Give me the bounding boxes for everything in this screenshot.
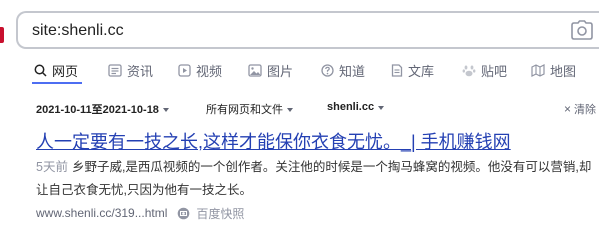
- tab-tieba[interactable]: 贴吧: [462, 58, 507, 82]
- date-range-label: 2021-10-11至2021-10-18: [36, 104, 159, 116]
- tab-images-label: 图片: [267, 63, 294, 79]
- chevron-down-icon: [162, 107, 169, 112]
- search-tabs: 网页 资讯 视频 图片 知道 文库 贴吧 地图: [0, 58, 599, 84]
- site-filter-label: shenli.cc: [327, 101, 375, 113]
- chevron-down-icon: [378, 105, 385, 110]
- result-title-link[interactable]: 人一定要有一技之长,这样才能保你衣食无忧。_| 手机赚钱网: [36, 128, 511, 154]
- question-icon: [321, 63, 334, 77]
- tab-video-label: 视频: [196, 63, 223, 79]
- tieba-icon: [462, 65, 476, 76]
- site-filter[interactable]: shenli.cc: [327, 101, 385, 113]
- tab-web[interactable]: 网页: [34, 58, 78, 82]
- tab-video[interactable]: 视频: [178, 58, 222, 82]
- tab-zhidao[interactable]: 知道: [321, 58, 365, 82]
- result-snippet: 5天前 乡野子威,是西瓜视频的一个创作者。关注他的时候是一个掏马蜂窝的视频。他没有…: [36, 156, 592, 202]
- tab-zhidao-label: 知道: [339, 63, 366, 79]
- date-range-filter[interactable]: 2021-10-11至2021-10-18: [36, 101, 169, 117]
- search-input[interactable]: [32, 19, 532, 43]
- search-filters: 2021-10-11至2021-10-18 所有网页和文件 shenli.cc …: [36, 101, 596, 117]
- logo-fragment: [0, 27, 4, 43]
- tab-map-label: 地图: [550, 63, 577, 79]
- result-snippet-text: 乡野子威,是西瓜视频的一个创作者。关注他的时候是一个掏马蜂窝的视频。他没有可以营…: [36, 160, 592, 197]
- image-icon: [248, 63, 262, 77]
- snapshot-link[interactable]: 百度快照: [196, 205, 244, 222]
- tab-news-label: 资讯: [127, 63, 154, 79]
- news-icon: [108, 63, 122, 77]
- chevron-down-icon: [287, 107, 293, 112]
- result-url[interactable]: www.shenli.cc/319...html: [36, 206, 167, 220]
- tab-map[interactable]: 地图: [531, 58, 576, 82]
- tab-news[interactable]: 资讯: [108, 58, 153, 82]
- clear-filters-label: 清除: [574, 104, 596, 116]
- result-url-line: www.shenli.cc/319...html 百度快照: [36, 205, 244, 221]
- file-type-label: 所有网页和文件: [206, 104, 283, 116]
- video-icon: [178, 63, 191, 77]
- document-icon: [391, 63, 403, 77]
- tab-wenku-label: 文库: [408, 63, 435, 79]
- tab-web-label: 网页: [52, 63, 79, 79]
- file-type-filter[interactable]: 所有网页和文件: [206, 101, 293, 117]
- tab-images[interactable]: 图片: [248, 58, 293, 82]
- close-icon: ×: [563, 102, 571, 116]
- snapshot-icon[interactable]: [177, 207, 190, 220]
- clear-filters-button[interactable]: × 清除: [564, 101, 596, 117]
- tab-wenku[interactable]: 文库: [391, 58, 434, 82]
- camera-icon[interactable]: [571, 20, 593, 40]
- result-age: 5天前: [36, 160, 68, 174]
- active-tab-indicator: [32, 82, 82, 84]
- search-box[interactable]: [16, 11, 599, 49]
- map-icon: [531, 63, 545, 77]
- search-icon: [34, 64, 47, 77]
- tab-tieba-label: 贴吧: [481, 63, 508, 79]
